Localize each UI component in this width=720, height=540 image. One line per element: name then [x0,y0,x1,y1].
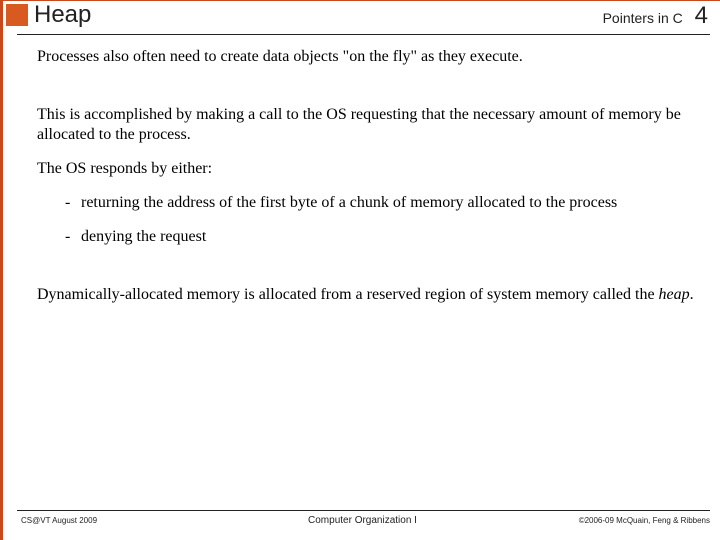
slide: Heap Pointers in C 4 Processes also ofte… [0,0,720,540]
list-item: - denying the request [65,227,696,247]
footer: CS@VT August 2009 Computer Organization … [15,510,710,532]
paragraph-3: The OS responds by either: [37,159,696,179]
footer-rule [17,510,710,511]
p4-pre: Dynamically-allocated memory is allocate… [37,286,659,303]
bullet-text: denying the request [81,227,206,247]
spacer [37,261,696,285]
header: Heap Pointers in C 4 [3,1,720,35]
accent-box-icon [6,4,28,26]
header-rule [17,34,710,35]
p4-em: heap [659,286,690,303]
dash-icon: - [65,227,81,247]
footer-right: ©2006-09 McQuain, Feng & Ribbens [579,516,710,525]
dash-icon: - [65,193,81,213]
list-item: - returning the address of the first byt… [65,193,696,213]
spacer [37,81,696,105]
p4-post: . [690,286,694,303]
slide-title: Heap [34,1,91,29]
paragraph-1: Processes also often need to create data… [37,47,696,67]
paragraph-4: Dynamically-allocated memory is allocate… [37,285,696,305]
body-content: Processes also often need to create data… [37,47,696,319]
section-label: Pointers in C [603,10,683,26]
page-number: 4 [695,2,708,29]
paragraph-2: This is accomplished by making a call to… [37,105,696,145]
bullet-list: - returning the address of the first byt… [65,193,696,247]
bullet-text: returning the address of the first byte … [81,193,617,213]
header-right: Pointers in C 4 [603,2,708,30]
